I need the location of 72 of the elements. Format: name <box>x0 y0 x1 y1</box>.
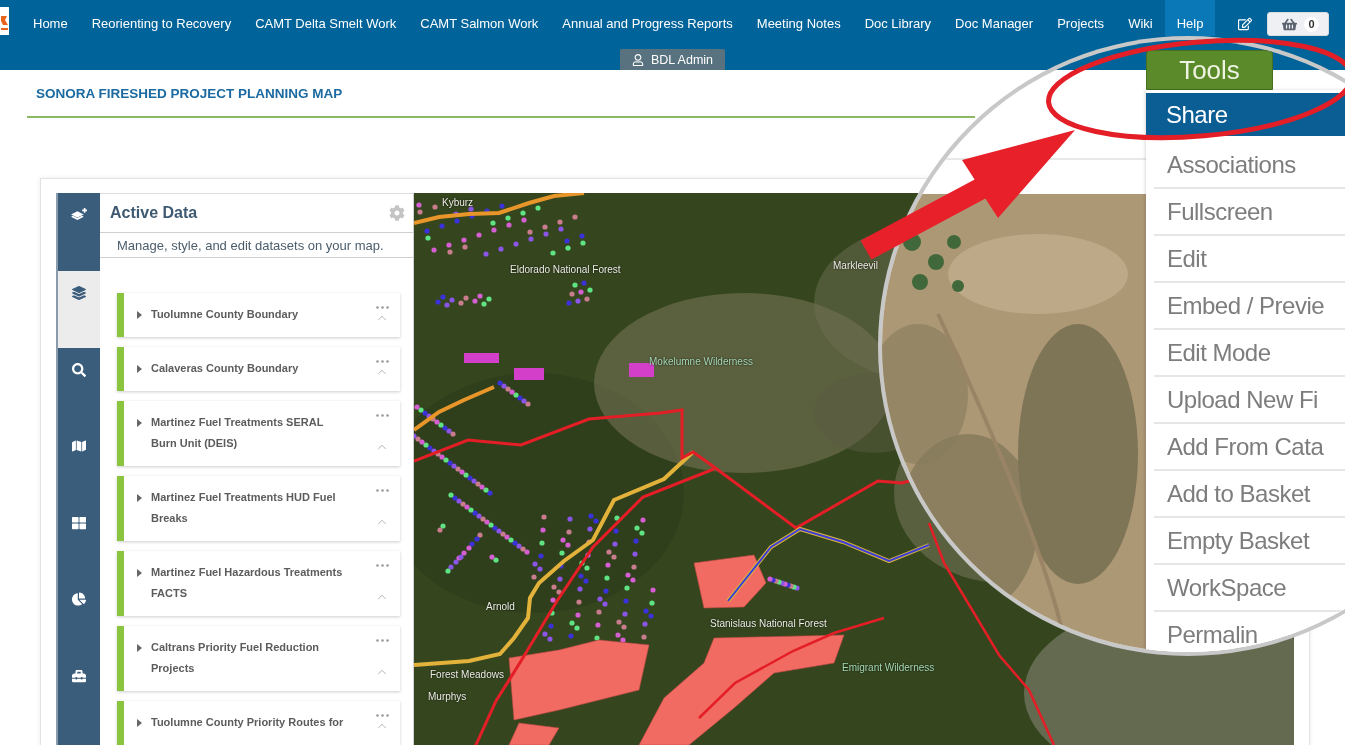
menu-item[interactable]: Share <box>1146 93 1345 136</box>
menu-item[interactable]: Empty Basket <box>1154 518 1345 565</box>
more-icon[interactable] <box>375 414 389 417</box>
caret-icon[interactable] <box>137 644 142 652</box>
more-icon[interactable] <box>375 306 389 309</box>
map-label: Emigrant Wilderness <box>842 662 935 674</box>
user-icon <box>631 53 644 66</box>
nav-link[interactable]: CAMT Delta Smelt Work <box>243 0 409 36</box>
menu-item[interactable]: Embed / Previe <box>1154 283 1345 330</box>
count-badge: 0 <box>1304 16 1319 32</box>
add-layers-icon <box>71 208 87 220</box>
basket-icon <box>1282 16 1297 32</box>
grid-icon <box>72 515 86 530</box>
tools-button[interactable]: Tools <box>1146 50 1273 90</box>
user-tab[interactable]: BDL Admin <box>619 49 726 70</box>
caret-icon[interactable] <box>137 311 142 319</box>
panel-title: Active Data <box>110 204 198 222</box>
settings-icon[interactable] <box>389 205 405 221</box>
more-icon[interactable] <box>375 639 389 642</box>
logo-icon[interactable] <box>0 7 9 35</box>
menu-item[interactable]: Upload New Fi <box>1154 377 1345 424</box>
map-label: Eldorado National Forest <box>510 264 621 276</box>
layer-name: Caltrans Priority Fuel Reduction Projects <box>151 640 321 676</box>
edit-icon[interactable] <box>1238 17 1252 31</box>
toolbox-icon <box>72 668 86 683</box>
nav-link[interactable]: Annual and Progress Reports <box>550 0 745 36</box>
basket-button[interactable]: 0 <box>1267 12 1329 36</box>
layer-name: Martinez Fuel Treatments HUD Fuel Breaks <box>151 490 337 526</box>
menu-item[interactable]: Associations <box>1154 142 1345 189</box>
more-icon[interactable] <box>375 360 389 363</box>
map-label: Arnold <box>486 601 515 613</box>
map-label: Forest Meadows <box>430 669 504 681</box>
menu-item[interactable]: Add From Cata <box>1154 424 1345 471</box>
map-icon <box>72 439 86 453</box>
map-label: Markleevil <box>833 260 878 272</box>
caret-icon[interactable] <box>137 719 142 727</box>
menu-item[interactable]: WorkSpace <box>1154 565 1345 612</box>
caret-icon[interactable] <box>137 494 142 502</box>
map-label: Mokelumne Wilderness <box>649 356 753 368</box>
menu-item[interactable]: Add to Basket <box>1154 471 1345 518</box>
nav-link[interactable]: Wiki <box>1116 0 1165 36</box>
nav-link[interactable]: Doc Library <box>852 0 944 36</box>
pie-chart-icon <box>72 592 86 606</box>
nav-link[interactable]: Doc Manager <box>943 0 1046 36</box>
nav-link[interactable]: Projects <box>1045 0 1117 36</box>
nav-link[interactable]: Reorienting to Recovery <box>79 0 244 36</box>
nav-link[interactable]: Meeting Notes <box>744 0 853 36</box>
panel-subtitle: Manage, style, and edit datasets on your map. <box>117 237 384 253</box>
search-icon <box>72 362 86 377</box>
more-icon[interactable] <box>375 564 389 567</box>
layer-name: Tuolumne County Priority Routes for <box>151 715 345 730</box>
menu-item[interactable]: Edit <box>1154 236 1345 283</box>
layer-name: Tuolumne County Boundary <box>151 307 300 322</box>
more-icon[interactable] <box>375 489 389 492</box>
menu-item[interactable]: Edit Mode <box>1154 330 1345 377</box>
caret-icon[interactable] <box>137 569 142 577</box>
layer-name: Calaveras County Boundary <box>151 361 300 376</box>
layers-icon <box>72 286 86 300</box>
layer-name: Martinez Fuel Treatments SERAL Burn Unit (DEIS) <box>151 415 325 451</box>
menu-item[interactable]: Fullscreen <box>1154 189 1345 236</box>
nav-link[interactable]: Help <box>1164 0 1216 36</box>
more-icon[interactable] <box>375 714 389 717</box>
map-label: Kyburz <box>442 197 474 209</box>
caret-icon[interactable] <box>137 365 142 373</box>
page-title: SONORA FIRESHED PROJECT PLANNING MAP <box>36 86 343 102</box>
map-label: Stanislaus National Forest <box>710 618 827 630</box>
map-label: Murphys <box>428 691 467 703</box>
layer-name: Martinez Fuel Hazardous Treatments FACTS <box>151 565 344 601</box>
caret-icon[interactable] <box>137 419 142 427</box>
nav-link[interactable]: CAMT Salmon Work <box>408 0 551 36</box>
nav-link[interactable]: Home <box>21 0 80 36</box>
sidebar-tab[interactable] <box>58 271 100 348</box>
